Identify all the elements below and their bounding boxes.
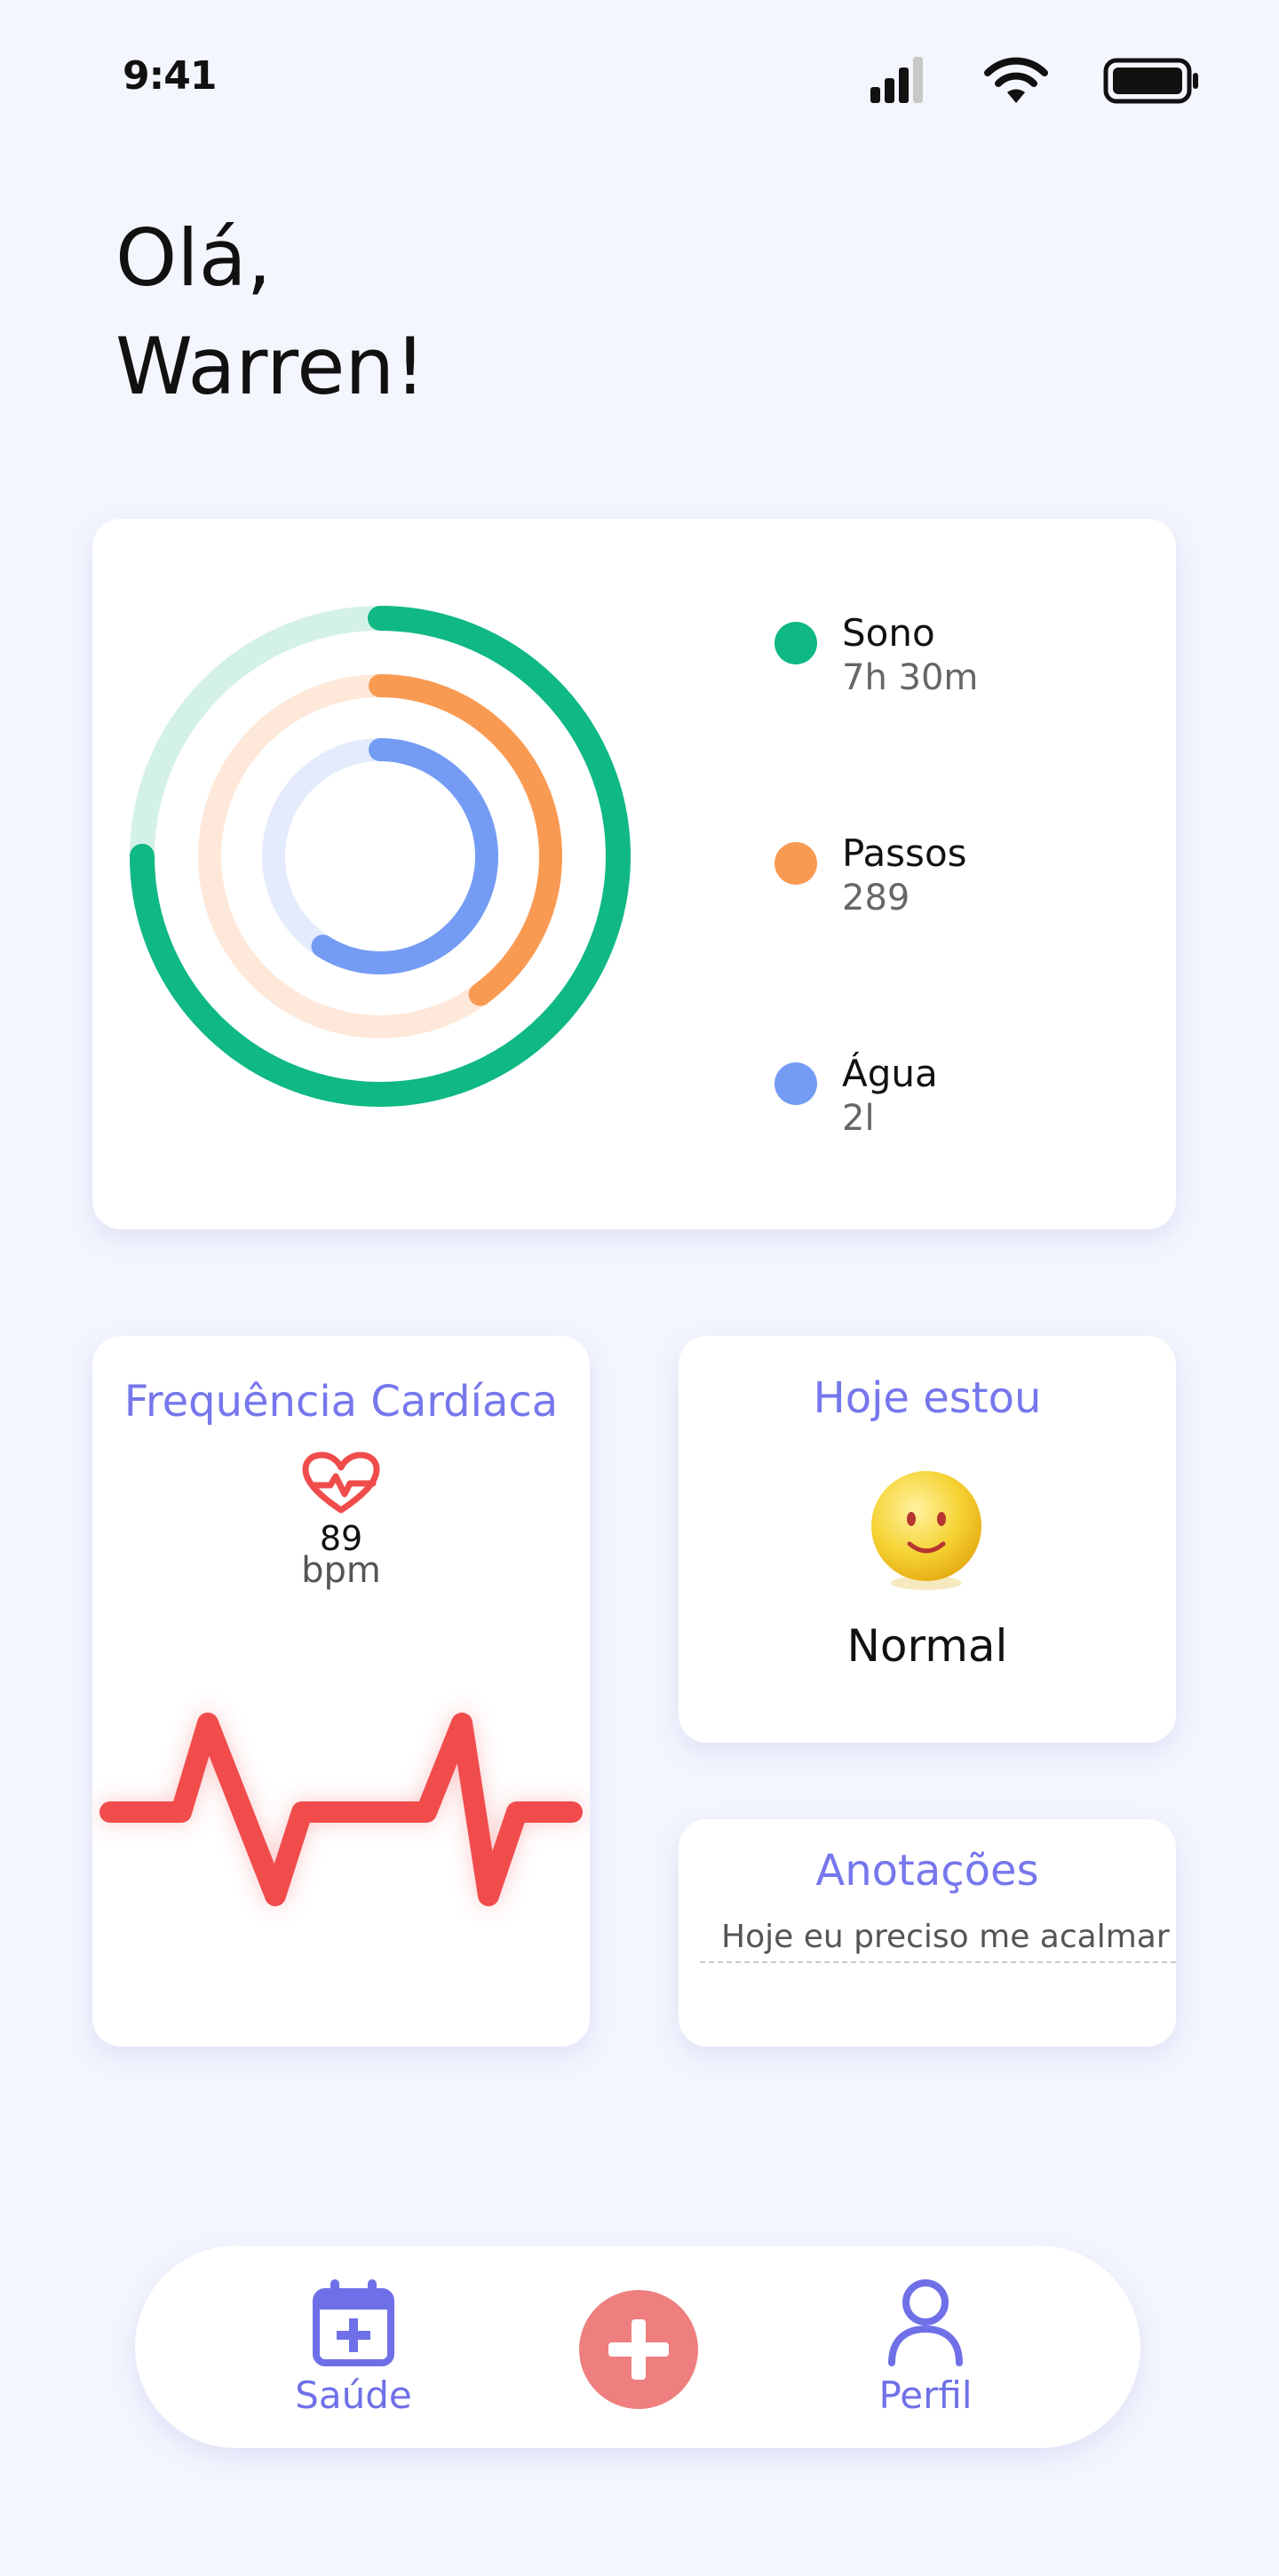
bottom-nav: Saúde Perfil xyxy=(135,2246,1140,2448)
legend-label-water: Água xyxy=(842,1052,938,1095)
plus-icon xyxy=(608,2319,669,2380)
greeting-line-1: Olá, xyxy=(115,212,272,304)
mood-value: Normal xyxy=(846,1620,1008,1672)
notes-text[interactable]: Hoje eu preciso me acalmar xyxy=(721,1919,1170,1955)
legend-dot-steps xyxy=(775,842,817,885)
heart-rate-card[interactable]: Frequência Cardíaca 89 bpm xyxy=(92,1336,590,2047)
notes-card[interactable]: Anotações Hoje eu preciso me acalmar xyxy=(679,1819,1176,2047)
notes-underline xyxy=(700,1961,1176,1963)
legend-value-sleep: 7h 30m xyxy=(842,657,979,698)
nav-item-profile[interactable]: Perfil xyxy=(846,2278,1005,2417)
nav-label-health: Saúde xyxy=(295,2373,412,2417)
greeting: Olá, Warren! xyxy=(115,204,425,421)
signal-icon xyxy=(870,57,923,103)
mood-title: Hoje estou xyxy=(813,1373,1042,1423)
wifi-icon xyxy=(984,57,1048,103)
heart-pulse-icon xyxy=(302,1451,380,1514)
heart-rate-wave xyxy=(99,1713,583,1906)
legend-value-steps: 289 xyxy=(842,878,910,918)
legend-label-steps: Passos xyxy=(842,831,967,875)
legend-dot-water xyxy=(775,1062,817,1105)
activity-rings-chart xyxy=(130,606,631,1107)
greeting-name: Warren! xyxy=(115,321,426,412)
legend-value-water: 2l xyxy=(842,1098,875,1139)
add-button[interactable] xyxy=(579,2290,698,2409)
activity-card[interactable]: Sono 7h 30m Passos 289 Água 2l xyxy=(92,519,1176,1229)
legend-label-sleep: Sono xyxy=(842,611,935,655)
nav-label-profile: Perfil xyxy=(878,2373,973,2417)
status-icons xyxy=(867,53,1201,107)
status-time: 9:41 xyxy=(123,53,217,99)
user-profile-icon xyxy=(888,2279,963,2366)
heart-rate-title: Frequência Cardíaca xyxy=(123,1377,559,1427)
heart-rate-unit: bpm xyxy=(301,1550,381,1591)
smiley-face-icon xyxy=(871,1471,981,1590)
notes-title: Anotações xyxy=(815,1846,1039,1896)
nav-item-health[interactable]: Saúde xyxy=(274,2278,433,2417)
legend-dot-sleep xyxy=(775,622,817,664)
mood-card[interactable]: Hoje estou Normal xyxy=(679,1336,1176,1743)
battery-icon xyxy=(1103,58,1198,104)
calendar-plus-icon xyxy=(313,2279,394,2366)
